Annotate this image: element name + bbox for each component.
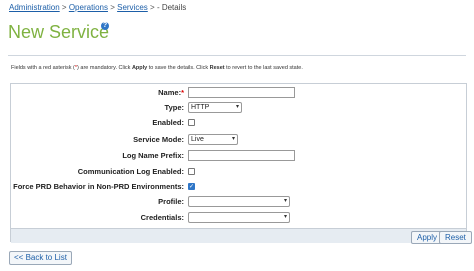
title-divider (8, 55, 466, 56)
breadcrumb-separator: > (150, 3, 155, 12)
breadcrumb-operations[interactable]: Operations (69, 3, 108, 12)
name-label: Name:* (158, 88, 184, 97)
force-prd-checkbox[interactable]: ✓ (188, 183, 195, 190)
reset-button[interactable]: Reset (439, 231, 472, 244)
service-mode-label: Service Mode: (133, 135, 184, 144)
help-icon[interactable]: ? (101, 22, 109, 30)
log-name-prefix-input[interactable] (188, 150, 295, 161)
force-prd-label: Force PRD Behavior in Non-PRD Environmen… (13, 182, 184, 191)
chevron-down-icon: ▾ (283, 214, 287, 220)
chevron-down-icon: ▾ (231, 136, 235, 142)
type-row: Type: HTTP ▾ (11, 102, 466, 114)
chevron-down-icon: ▾ (235, 104, 239, 110)
credentials-label: Credentials: (140, 213, 184, 222)
breadcrumb-services[interactable]: Services (117, 3, 148, 12)
enabled-row: Enabled: (11, 117, 466, 129)
service-form: Name:* Type: HTTP ▾ Enabled: Service Mode… (10, 83, 472, 244)
breadcrumb-administration[interactable]: Administration (9, 3, 60, 12)
force-prd-row: Force PRD Behavior in Non-PRD Environmen… (11, 181, 466, 193)
instructions-text: Fields with a red asterisk (*) are manda… (11, 65, 303, 71)
chevron-down-icon: ▾ (283, 198, 287, 204)
service-mode-row: Service Mode: Live ▾ (11, 134, 466, 146)
breadcrumb-current: - Details (156, 3, 187, 12)
profile-row: Profile: ▾ (11, 196, 466, 208)
log-name-prefix-label: Log Name Prefix: (122, 151, 184, 160)
communication-log-checkbox[interactable] (188, 168, 195, 175)
page-title: New Service (8, 22, 110, 42)
profile-label: Profile: (158, 197, 184, 206)
breadcrumb-separator: > (61, 3, 67, 12)
type-label: Type: (164, 103, 184, 112)
enabled-checkbox[interactable] (188, 119, 195, 126)
profile-select[interactable]: ▾ (188, 196, 290, 207)
credentials-select[interactable]: ▾ (188, 212, 290, 223)
breadcrumb: Administration > Operations > Services >… (9, 3, 186, 12)
service-mode-select[interactable]: Live ▾ (188, 134, 238, 145)
breadcrumb-separator: > (110, 3, 115, 12)
name-row: Name:* (11, 87, 466, 99)
log-name-prefix-row: Log Name Prefix: (11, 150, 466, 162)
back-to-list-button[interactable]: << Back to List (9, 251, 72, 265)
type-select[interactable]: HTTP ▾ (188, 102, 242, 113)
name-input[interactable] (188, 87, 295, 98)
communication-log-row: Communication Log Enabled: (11, 166, 466, 178)
enabled-label: Enabled: (152, 118, 184, 127)
credentials-row: Credentials: ▾ (11, 212, 466, 224)
checkmark-icon: ✓ (189, 184, 195, 190)
communication-log-label: Communication Log Enabled: (77, 167, 184, 176)
form-button-bar: Apply Reset (11, 228, 472, 244)
